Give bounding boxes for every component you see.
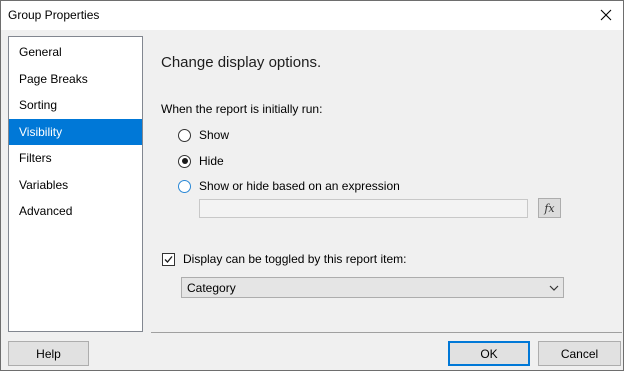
- sidebar-item-sorting[interactable]: Sorting: [9, 92, 142, 119]
- function-icon[interactable]: fx: [538, 198, 561, 218]
- chevron-down-icon: [545, 285, 563, 291]
- toggle-item-select-value: Category: [187, 280, 236, 295]
- title-bar: Group Properties: [1, 1, 623, 30]
- sidebar-item-filters[interactable]: Filters: [9, 145, 142, 172]
- sidebar-item-variables[interactable]: Variables: [9, 172, 142, 199]
- sidebar-item-page-breaks[interactable]: Page Breaks: [9, 66, 142, 93]
- sidebar-item-visibility[interactable]: Visibility: [9, 118, 142, 145]
- sidebar-item-general[interactable]: General: [9, 39, 142, 66]
- window-title: Group Properties: [8, 8, 100, 22]
- expression-radio[interactable]: [178, 179, 191, 193]
- sidebar-item-advanced[interactable]: Advanced: [9, 198, 142, 225]
- toggle-item-select[interactable]: Category: [181, 277, 564, 298]
- expression-radio-label: Show or hide based on an expression: [199, 179, 400, 193]
- toggle-checkbox-label: Display can be toggled by this report it…: [183, 252, 407, 266]
- hide-radio[interactable]: [178, 154, 191, 168]
- page-title: Change display options.: [161, 54, 322, 71]
- expression-input[interactable]: [199, 199, 528, 218]
- toggle-checkbox-option[interactable]: Display can be toggled by this report it…: [162, 252, 406, 266]
- group-properties-dialog: Group Properties General Page Breaks Sor…: [0, 0, 624, 371]
- expression-radio-option[interactable]: Show or hide based on an expression: [178, 179, 400, 193]
- cancel-button[interactable]: Cancel: [538, 341, 621, 366]
- show-radio[interactable]: [178, 128, 191, 142]
- close-icon-glyph: [600, 9, 612, 21]
- ok-button[interactable]: OK: [448, 341, 530, 366]
- sidebar-nav: General Page Breaks Sorting Visibility F…: [8, 36, 143, 332]
- help-button[interactable]: Help: [8, 341, 89, 366]
- checkmark-icon: [164, 255, 173, 263]
- hide-radio-option[interactable]: Hide: [178, 154, 224, 168]
- show-radio-label: Show: [199, 128, 230, 142]
- initial-run-label: When the report is initially run:: [161, 102, 323, 116]
- visibility-panel: Change display options. When the report …: [151, 36, 622, 333]
- show-radio-option[interactable]: Show: [178, 128, 229, 142]
- hide-radio-label: Hide: [199, 154, 224, 168]
- toggle-checkbox[interactable]: [162, 252, 175, 266]
- close-icon[interactable]: [593, 3, 619, 27]
